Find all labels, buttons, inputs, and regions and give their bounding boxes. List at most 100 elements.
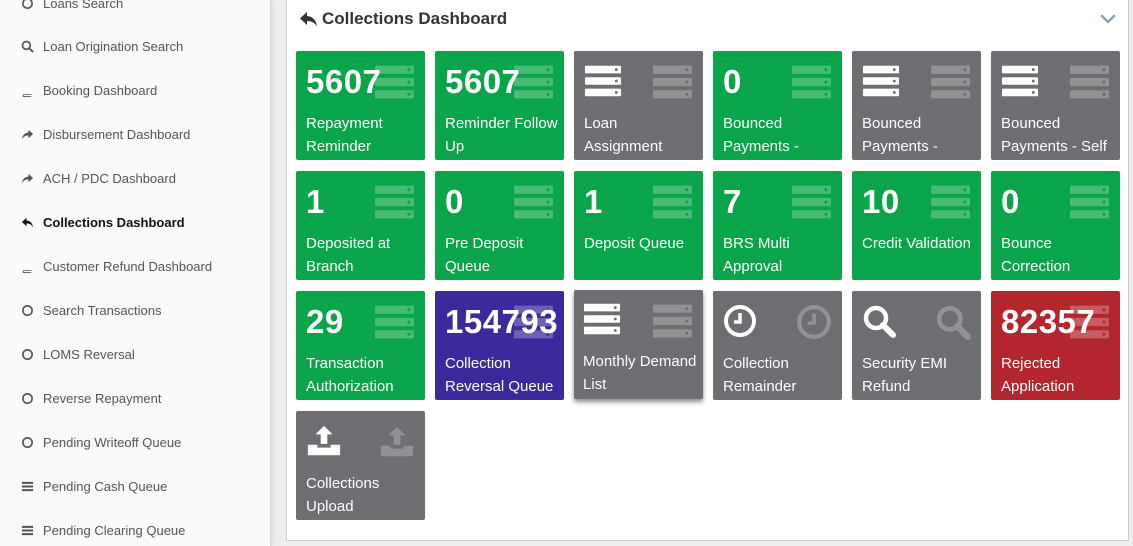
sidebar-item-booking-dashboard[interactable]: Booking Dashboard xyxy=(0,75,270,105)
tile-label: Rejected Application xyxy=(1001,355,1075,395)
tile-count: 0 xyxy=(445,183,464,220)
sidebar-item-loan-origination-search[interactable]: Loan Origination Search xyxy=(0,31,270,61)
tile-label: BRS Multi Approval xyxy=(723,235,790,275)
server-icon xyxy=(584,64,622,98)
tile-count: 0 xyxy=(723,63,742,100)
upload-icon xyxy=(306,424,342,458)
sidebar-item-label: Disbursement Dashboard xyxy=(43,126,191,142)
tile-loan-assignment[interactable]: Loan Assignment xyxy=(574,51,703,160)
page-title: Collections Dashboard xyxy=(322,9,508,28)
server-icon xyxy=(930,184,971,220)
tile-collection-remainder[interactable]: Collection Remainder xyxy=(713,291,842,400)
circle-icon xyxy=(20,303,34,317)
tile-label: Deposit Queue xyxy=(584,235,685,252)
sidebar-item-pending-clearing-queue[interactable]: Pending Clearing Queue xyxy=(0,515,270,545)
tile-deposit-queue[interactable]: 1 Deposit Queue xyxy=(574,171,703,280)
tile-count: 7 xyxy=(723,183,742,220)
book-icon xyxy=(20,83,34,97)
server-icon xyxy=(791,64,832,100)
tile-label: Loan Assignment xyxy=(584,115,663,155)
tile-label: Collections Upload xyxy=(306,475,380,515)
sidebar-item-label: Pending Writeoff Queue xyxy=(43,434,182,450)
tile-label: Security EMI Refund xyxy=(862,355,948,395)
tile-label: Transaction Authorization xyxy=(306,355,394,395)
book-icon xyxy=(20,259,34,273)
sidebar-item-label: LOMS Reversal xyxy=(43,346,135,362)
share-icon xyxy=(20,171,34,185)
sidebar-item-disbursement-dashboard[interactable]: Disbursement Dashboard xyxy=(0,119,270,149)
search-icon xyxy=(935,304,971,340)
tile-label: Reminder Follow Up xyxy=(445,115,558,155)
tile-bounced-payments-self[interactable]: Bounced Payments - Self xyxy=(991,51,1120,160)
tile-brs-multi-approval[interactable]: 7 BRS Multi Approval xyxy=(713,171,842,280)
tile-security-emi-refund[interactable]: Security EMI Refund xyxy=(852,291,981,400)
tile-count: 5607 xyxy=(445,63,521,100)
tile-bounced-payments-2[interactable]: Bounced Payments - xyxy=(852,51,981,160)
sidebar-item-label: Booking Dashboard xyxy=(43,82,158,98)
sidebar-item-label: Customer Refund Dashboard xyxy=(43,258,213,274)
sidebar-item-customer-refund-dashboard[interactable]: Customer Refund Dashboard xyxy=(0,251,270,281)
reply-icon xyxy=(300,12,317,27)
share-icon xyxy=(20,127,34,141)
upload-icon xyxy=(379,424,415,460)
tile-credit-validation[interactable]: 10 Credit Validation xyxy=(852,171,981,280)
tile-count: 154793 xyxy=(445,303,559,340)
tile-label: Repayment Reminder xyxy=(306,115,383,155)
server-icon xyxy=(1069,184,1110,220)
chevron-down-icon[interactable] xyxy=(1100,11,1116,27)
tile-rejected-application[interactable]: 82357 Rejected Application xyxy=(991,291,1120,400)
sidebar-item-label: Loan Origination Search xyxy=(43,38,184,54)
tile-label: Monthly Demand List xyxy=(583,353,697,393)
server-icon xyxy=(1001,64,1039,98)
circle-icon xyxy=(20,0,34,10)
server-icon xyxy=(374,304,415,340)
tile-pre-deposit-queue[interactable]: 0 Pre Deposit Queue xyxy=(435,171,564,280)
server-icon xyxy=(652,184,693,220)
sidebar-item-pending-writeoff-queue[interactable]: Pending Writeoff Queue xyxy=(0,427,270,457)
search-icon xyxy=(20,39,34,53)
clock-icon xyxy=(723,304,757,338)
server-icon xyxy=(1069,64,1110,100)
search-icon xyxy=(862,304,896,338)
tile-count: 10 xyxy=(862,183,900,220)
circle-icon xyxy=(20,347,34,361)
sidebar-item-collections-dashboard[interactable]: Collections Dashboard xyxy=(0,207,270,237)
tile-count: 5607 xyxy=(306,63,382,100)
circle-icon xyxy=(20,391,34,405)
sidebar-item-loans-search[interactable]: Loans Search xyxy=(0,0,270,18)
tile-collections-upload[interactable]: Collections Upload xyxy=(296,411,425,520)
list-icon xyxy=(20,523,34,537)
clock-icon xyxy=(796,304,832,340)
server-icon xyxy=(513,184,554,220)
sidebar-item-label: Pending Clearing Queue xyxy=(43,522,186,538)
tile-count: 1 xyxy=(306,183,325,220)
panel-header: Collections Dashboard xyxy=(299,8,507,30)
sidebar-item-label: Search Transactions xyxy=(43,302,162,318)
sidebar-item-label: Reverse Repayment xyxy=(43,390,162,406)
tile-count: 1 xyxy=(584,183,603,220)
tile-repayment-reminder[interactable]: 5607 Repayment Reminder xyxy=(296,51,425,160)
server-icon xyxy=(652,303,693,339)
server-icon xyxy=(652,64,693,100)
tile-transaction-authorization[interactable]: 29 Transaction Authorization xyxy=(296,291,425,400)
tile-label: Bounced Payments - xyxy=(723,115,799,155)
tile-collection-reversal-queue[interactable]: 154793 Collection Reversal Queue xyxy=(435,291,564,400)
tile-label: Bounce Correction xyxy=(1001,235,1071,275)
tile-count: 0 xyxy=(1001,183,1020,220)
list-icon xyxy=(20,479,34,493)
tile-label: Bounced Payments - xyxy=(862,115,938,155)
tile-deposited-at-branch[interactable]: 1 Deposited at Branch xyxy=(296,171,425,280)
sidebar-item-reverse-repayment[interactable]: Reverse Repayment xyxy=(0,383,270,413)
reply-icon xyxy=(20,215,34,229)
tile-bounce-correction[interactable]: 0 Bounce Correction xyxy=(991,171,1120,280)
tile-label: Deposited at Branch xyxy=(306,235,391,275)
tile-label: Collection Remainder xyxy=(723,355,797,395)
sidebar-item-loms-reversal[interactable]: LOMS Reversal xyxy=(0,339,270,369)
sidebar-item-pending-cash-queue[interactable]: Pending Cash Queue xyxy=(0,471,270,501)
sidebar-item-ach-pdc-dashboard[interactable]: ACH / PDC Dashboard xyxy=(0,163,270,193)
tile-bounced-payments-1[interactable]: 0 Bounced Payments - xyxy=(713,51,842,160)
tile-monthly-demand-list[interactable]: Monthly Demand List xyxy=(574,290,703,399)
sidebar-item-search-transactions[interactable]: Search Transactions xyxy=(0,295,270,325)
sidebar-item-label: ACH / PDC Dashboard xyxy=(43,170,176,186)
tile-reminder-follow-up[interactable]: 5607 Reminder Follow Up xyxy=(435,51,564,160)
